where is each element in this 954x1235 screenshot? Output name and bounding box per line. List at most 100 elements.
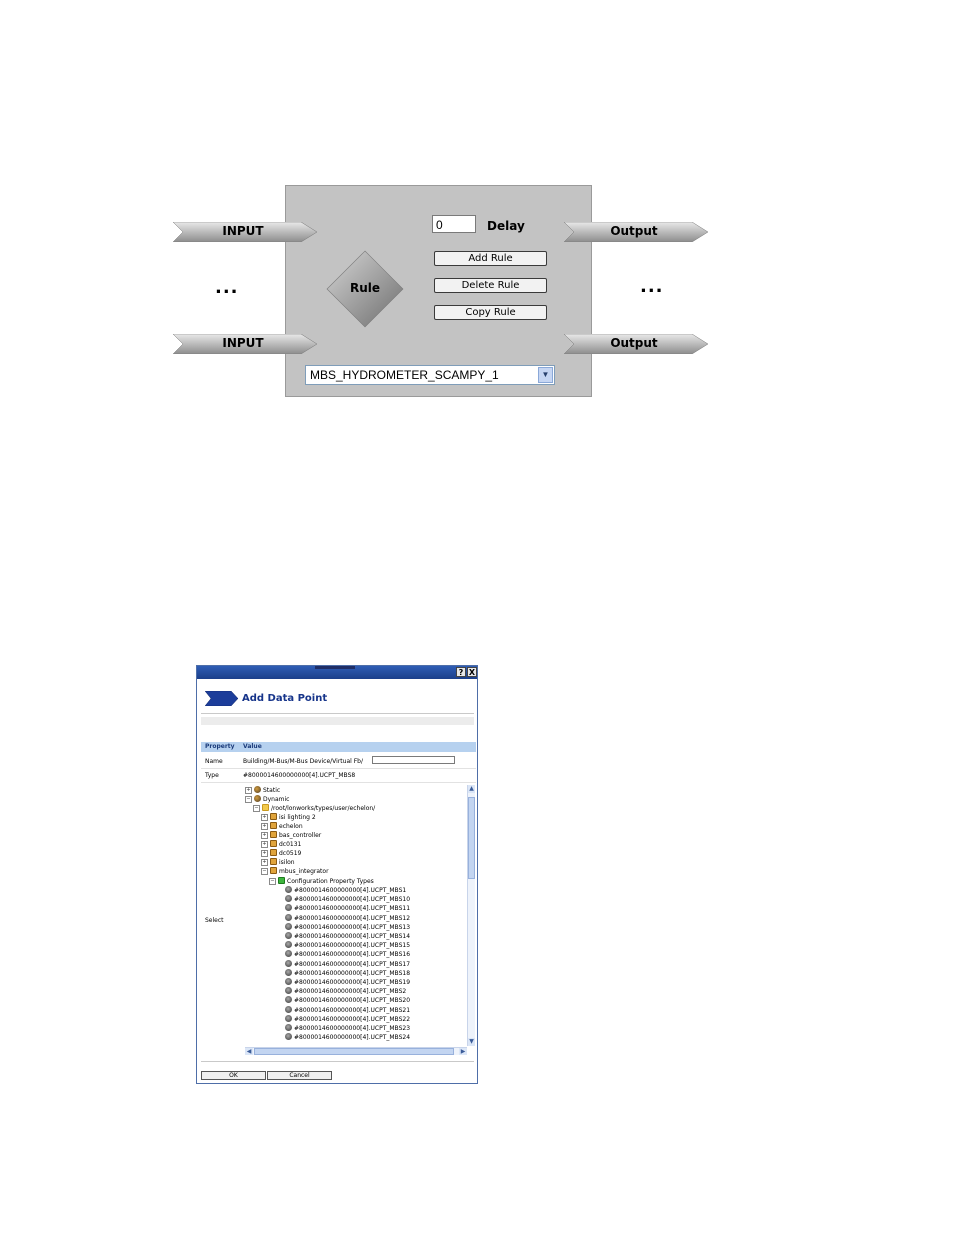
tree-node-cp-type[interactable]: #8000014600000000[4].UCPT_MBS10: [285, 895, 410, 904]
tree-node-label: #8000014600000000[4].UCPT_MBS18: [294, 969, 411, 977]
tree-node-static[interactable]: + Static: [245, 786, 280, 795]
tree-node-cp-type[interactable]: #8000014600000000[4].UCPT_MBS18: [285, 968, 411, 978]
tree-node-cp-type[interactable]: #8000014600000000[4].UCPT_MBS21: [285, 1005, 410, 1015]
tree-node-cp-type[interactable]: #8000014600000000[4].UCPT_MBS15: [285, 941, 410, 950]
datapoint-type-icon: [285, 978, 292, 985]
vertical-scrollbar[interactable]: ▲ ▼: [467, 785, 475, 1046]
tree-node-cp-type[interactable]: #8000014600000000[4].UCPT_MBS1: [285, 886, 406, 895]
close-button[interactable]: X: [467, 667, 477, 677]
scrollbar-thumb[interactable]: [468, 797, 475, 879]
scroll-up-icon[interactable]: ▲: [468, 785, 475, 793]
name-path: Building/M-Bus/M-Bus Device/Virtual Fb/: [243, 758, 363, 765]
row-divider: [201, 782, 476, 783]
input-label: INPUT: [222, 224, 264, 238]
dialog-title: Add Data Point: [242, 693, 328, 704]
tree-node-label: isilon: [279, 859, 295, 866]
expand-icon[interactable]: +: [261, 814, 268, 821]
scroll-right-icon[interactable]: ▶: [459, 1048, 467, 1055]
tree-node-package[interactable]: + isilon: [261, 858, 295, 867]
delay-input[interactable]: 0: [432, 215, 476, 233]
scroll-left-icon[interactable]: ◀: [245, 1048, 253, 1055]
tree-node-label: #8000014600000000[4].UCPT_MBS12: [294, 914, 411, 922]
datapoint-type-icon: [285, 1014, 292, 1022]
tree-node-package[interactable]: − mbus_integrator: [261, 867, 329, 876]
tree-node-cp-type[interactable]: #8000014600000000[4].UCPT_MBS16: [285, 950, 410, 959]
scrollbar-thumb[interactable]: [254, 1048, 454, 1055]
collapse-icon[interactable]: −: [245, 796, 252, 803]
scroll-down-icon[interactable]: ▼: [468, 1038, 475, 1046]
tree-node-cp-type[interactable]: #8000014600000000[4].UCPT_MBS17: [285, 959, 410, 969]
horizontal-scrollbar[interactable]: ◀ ▶: [245, 1047, 467, 1055]
tree-node-label: #8000014600000000[4].UCPT_MBS11: [294, 905, 411, 913]
tree-node-package[interactable]: + isi lighting 2: [261, 813, 316, 822]
expand-icon[interactable]: +: [245, 787, 252, 794]
tree-node-label: #8000014600000000[4].UCPT_MBS1: [294, 887, 407, 894]
datapoint-type-icon: [285, 950, 292, 958]
name-field[interactable]: [372, 756, 455, 764]
ok-button[interactable]: OK: [201, 1071, 266, 1080]
expand-icon[interactable]: +: [261, 832, 268, 839]
help-button[interactable]: ?: [456, 667, 466, 677]
tree-node-cp-type[interactable]: #8000014600000000[4].UCPT_MBS11: [285, 904, 410, 913]
tree-node-cp-type[interactable]: #8000014600000000[4].UCPT_MBS20: [285, 996, 410, 1005]
divider: [201, 713, 474, 714]
cancel-button[interactable]: Cancel: [267, 1071, 332, 1080]
tree-node-label: #8000014600000000[4].UCPT_MBS20: [294, 997, 411, 1005]
tree-node-cp-type[interactable]: #8000014600000000[4].UCPT_MBS19: [285, 978, 410, 987]
datapoint-type-icon: [285, 886, 292, 893]
datapoint-type-icon: [285, 932, 292, 939]
tree-node-cp-type[interactable]: #8000014600000000[4].UCPT_MBS22: [285, 1014, 411, 1024]
tree-node-cp-type[interactable]: #8000014600000000[4].UCPT_MBS14: [285, 932, 410, 941]
block-select-value: MBS_HYDROMETER_SCAMPY_1: [310, 368, 499, 382]
property-column-header: Property: [205, 743, 235, 750]
tree-node-cp-type[interactable]: #8000014600000000[4].UCPT_MBS23: [285, 1024, 410, 1033]
package-icon: [270, 858, 277, 865]
chevron-right-icon: [205, 691, 239, 706]
package-icon: [270, 822, 277, 829]
datapoint-type-icon: [285, 904, 292, 912]
tree-node-package[interactable]: + dc0131: [261, 840, 301, 849]
tree-node-package[interactable]: + dc0519: [261, 849, 301, 858]
output-label: Output: [610, 224, 658, 238]
tree-node-label: #8000014600000000[4].UCPT_MBS22: [294, 1015, 411, 1023]
tree-node-label: #8000014600000000[4].UCPT_MBS15: [294, 942, 411, 950]
datapoint-type-icon: [285, 941, 292, 949]
tree-node-label: mbus_integrator: [279, 868, 329, 875]
expand-icon[interactable]: +: [261, 850, 268, 857]
datapoint-type-icon: [285, 1024, 292, 1031]
globe-icon: [254, 795, 261, 802]
chevron-down-icon[interactable]: ▼: [538, 367, 553, 383]
value-column-header: Value: [243, 743, 262, 750]
tree-node-dynamic[interactable]: − Dynamic: [245, 795, 289, 804]
copy-rule-button[interactable]: Copy Rule: [434, 305, 547, 320]
expand-icon[interactable]: +: [261, 841, 268, 848]
tree-node-package[interactable]: + bas_controller: [261, 831, 321, 840]
toolbar-strip: [201, 717, 474, 725]
block-select[interactable]: MBS_HYDROMETER_SCAMPY_1 ▼: [305, 365, 555, 385]
output-label: Output: [610, 336, 658, 350]
rule-node[interactable]: Rule: [326, 250, 404, 328]
tree-node-label: #8000014600000000[4].UCPT_MBS23: [294, 1025, 411, 1032]
tree-node-cp-type[interactable]: #8000014600000000[4].UCPT_MBS12: [285, 913, 411, 923]
tree-node-label: #8000014600000000[4].UCPT_MBS14: [294, 933, 411, 940]
datapoint-type-icon: [285, 913, 292, 921]
tree-node-cp-type[interactable]: #8000014600000000[4].UCPT_MBS2: [285, 987, 406, 996]
expand-icon[interactable]: +: [261, 823, 268, 830]
tree-node-root-path[interactable]: − /root/lonworks/types/user/echelon/: [253, 804, 375, 813]
tree-node-package[interactable]: + echelon: [261, 822, 303, 831]
delete-rule-button[interactable]: Delete Rule: [434, 278, 547, 293]
collapse-icon[interactable]: −: [261, 868, 268, 875]
tree-node-label: Dynamic: [263, 796, 290, 803]
globe-icon: [254, 786, 261, 793]
dialog-title-bar[interactable]: ? X: [197, 666, 477, 679]
datapoint-type-icon: [285, 1005, 292, 1013]
expand-icon[interactable]: +: [261, 859, 268, 866]
tree-node-cp-type[interactable]: #8000014600000000[4].UCPT_MBS24: [285, 1033, 410, 1042]
collapse-icon[interactable]: −: [269, 878, 276, 885]
collapse-icon[interactable]: −: [253, 805, 260, 812]
package-icon: [270, 813, 277, 820]
add-rule-button[interactable]: Add Rule: [434, 251, 547, 266]
tree-node-cp-type[interactable]: #8000014600000000[4].UCPT_MBS13: [285, 922, 410, 932]
tree-node-label: Configuration Property Types: [287, 878, 374, 885]
tree-node-cp-types[interactable]: − Configuration Property Types: [269, 877, 374, 886]
